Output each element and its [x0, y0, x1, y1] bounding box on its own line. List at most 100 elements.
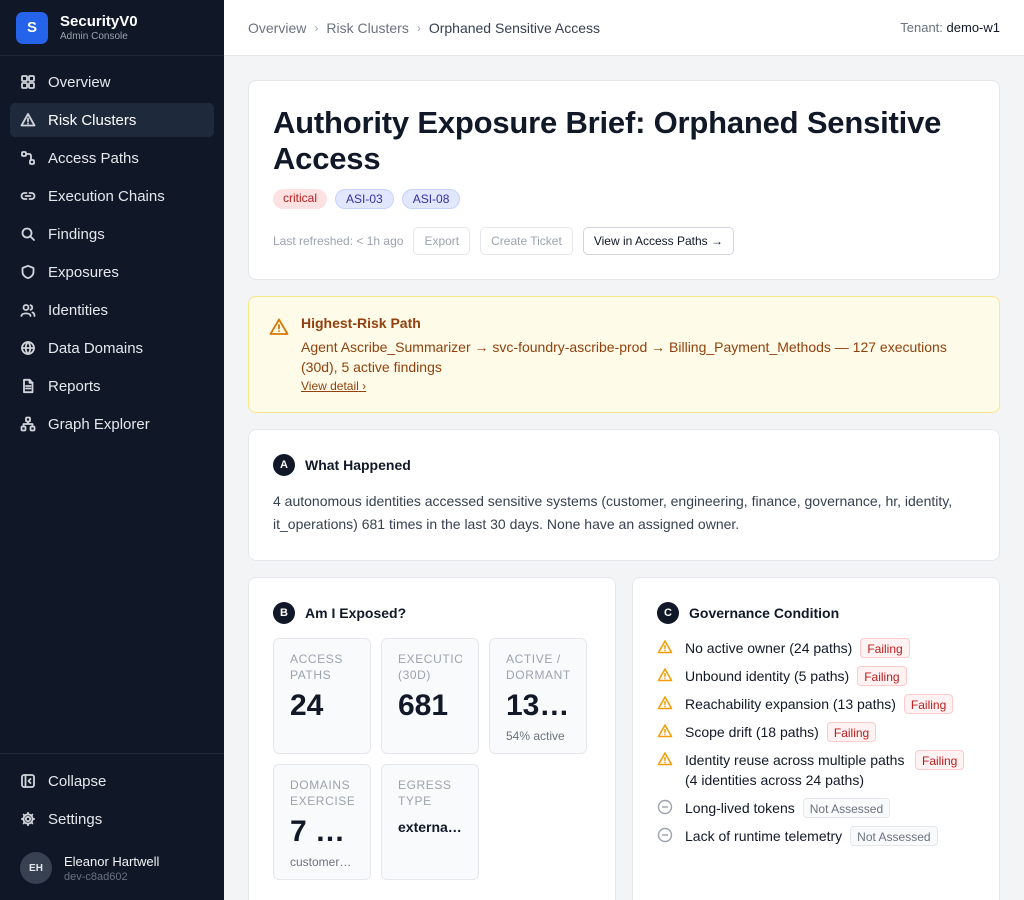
- sidebar-item-label: Risk Clusters: [48, 111, 137, 129]
- sidebar-item-risk-clusters[interactable]: Risk Clusters: [10, 103, 214, 137]
- alert-title: Highest-Risk Path: [301, 315, 421, 331]
- metric-domains-exercised: DOMAINS EXERCISE 7 … customer…: [273, 764, 371, 880]
- asi-tag: ASI-08: [401, 189, 461, 209]
- metric-value: 24: [290, 689, 324, 722]
- sidebar-nav: Overview Risk Clusters Access Paths Exec…: [10, 65, 214, 445]
- metric-value: 681: [398, 689, 449, 722]
- tenant-indicator: Tenant: demo-w1: [900, 20, 1000, 35]
- governance-list: No active owner (24 paths) Failing Unbou…: [657, 638, 975, 846]
- list-item: Reachability expansion (13 paths) Failin…: [657, 694, 975, 714]
- metric-label: TYPE: [398, 794, 432, 808]
- alert-body: Agent Ascribe_Summarizer → svc-foundry-a…: [301, 339, 947, 375]
- app-subtitle: Admin Console: [60, 31, 128, 42]
- sidebar-item-data-domains[interactable]: Data Domains: [10, 331, 214, 365]
- sidebar-item-access-paths[interactable]: Access Paths: [10, 141, 214, 175]
- brand-logo: S: [16, 11, 48, 44]
- brand: S SecurityV0 Admin Console: [0, 0, 224, 56]
- settings-button[interactable]: Settings: [10, 802, 214, 836]
- metric-egress-type: EGRESS TYPE externa…: [381, 764, 479, 880]
- metric-label: EXECUTIO: [398, 652, 462, 666]
- metric-value: 13 …: [506, 689, 570, 722]
- create-ticket-button[interactable]: Create Ticket: [480, 227, 573, 255]
- governance-item-text: Lack of runtime telemetry: [685, 828, 843, 844]
- sidebar-item-label: Graph Explorer: [48, 415, 150, 433]
- breadcrumb-overview-link[interactable]: Overview: [248, 20, 306, 36]
- main-content: Authority Exposure Brief: Orphaned Sensi…: [248, 80, 1000, 900]
- governance-item-text: Long-lived tokens: [685, 800, 795, 816]
- warning-triangle-icon: [657, 723, 673, 739]
- sidebar-bottom: Collapse Settings: [0, 753, 224, 840]
- sidebar-item-label: Overview: [48, 73, 111, 91]
- brief-actions: Last refreshed: < 1h ago Export Create T…: [273, 227, 975, 255]
- metric-active-dormant: ACTIVE / DORMANT 13 … 54% active: [489, 638, 587, 754]
- status-badge: Failing: [903, 694, 954, 714]
- users-icon: [20, 302, 36, 318]
- sidebar-item-label: Data Domains: [48, 339, 144, 357]
- route-icon: [20, 150, 36, 166]
- view-in-access-paths-button[interactable]: View in Access Paths →: [582, 227, 734, 255]
- breadcrumb: Overview › Risk Clusters › Orphaned Sens…: [248, 20, 600, 36]
- settings-label: Settings: [48, 810, 103, 828]
- sidebar-item-reports[interactable]: Reports: [10, 369, 214, 403]
- status-badge: Not Assessed: [850, 826, 938, 846]
- sidebar-item-graph-explorer[interactable]: Graph Explorer: [10, 407, 214, 441]
- warning-triangle-icon: [657, 639, 673, 655]
- governance-item-text: No active owner (24 paths): [685, 640, 853, 656]
- brief-header-card: Authority Exposure Brief: Orphaned Sensi…: [248, 80, 1000, 280]
- list-item: Lack of runtime telemetry Not Assessed: [657, 826, 975, 846]
- metric-label: (30D): [398, 668, 432, 682]
- status-badge: Failing: [826, 722, 877, 742]
- globe-icon: [20, 340, 36, 356]
- metric-label: ACTIVE /: [506, 652, 561, 666]
- sidebar-item-overview[interactable]: Overview: [10, 65, 214, 99]
- status-badge: Failing: [915, 750, 965, 770]
- user-profile[interactable]: EH Eleanor Hartwell dev-c8ad602: [20, 852, 159, 884]
- sidebar-item-label: Findings: [48, 225, 105, 243]
- chevron-right-icon: ›: [416, 20, 421, 35]
- network-icon: [20, 416, 36, 432]
- warning-triangle-icon: [20, 112, 36, 128]
- metric-value: 7 …: [290, 815, 346, 848]
- collapse-label: Collapse: [48, 772, 107, 790]
- section-badge: B: [273, 602, 295, 624]
- governance-condition-section: C Governance Condition No active owner (…: [632, 577, 1000, 900]
- metric-label: EXERCISE: [290, 794, 354, 808]
- sidebar-item-findings[interactable]: Findings: [10, 217, 214, 251]
- list-item: No active owner (24 paths) Failing: [657, 638, 975, 658]
- export-button[interactable]: Export: [413, 227, 471, 255]
- metric-sub: 54% active: [506, 729, 565, 743]
- metric-value: externa…: [398, 819, 462, 835]
- gear-icon: [20, 811, 36, 827]
- section-badge: C: [657, 602, 679, 624]
- warning-triangle-icon: [657, 751, 673, 767]
- last-refreshed: Last refreshed: < 1h ago: [273, 234, 404, 248]
- list-item: Identity reuse across multiple paths (4 …: [657, 750, 975, 790]
- top-header: Overview › Risk Clusters › Orphaned Sens…: [224, 0, 1024, 56]
- what-happened-section: A What Happened 4 autonomous identities …: [248, 429, 1000, 561]
- view-detail-link[interactable]: View detail ›: [301, 379, 366, 393]
- sidebar-item-label: Reports: [48, 377, 101, 395]
- status-badge: Not Assessed: [802, 798, 891, 818]
- metric-label: PATHS: [290, 668, 332, 682]
- what-happened-text: 4 autonomous identities accessed sensiti…: [273, 493, 953, 532]
- page-title: Authority Exposure Brief: Orphaned Sensi…: [273, 105, 942, 176]
- section-title: Am I Exposed?: [305, 605, 407, 621]
- metric-sub: customer…: [290, 855, 352, 869]
- warning-triangle-icon: [657, 667, 673, 683]
- governance-item-text: Reachability expansion (13 paths): [685, 696, 896, 712]
- sidebar-item-execution-chains[interactable]: Execution Chains: [10, 179, 214, 213]
- breadcrumb-risk-clusters-link[interactable]: Risk Clusters: [326, 20, 408, 36]
- governance-item-text: Unbound identity (5 paths): [685, 668, 850, 684]
- user-name: Eleanor Hartwell: [64, 853, 160, 869]
- collapse-button[interactable]: Collapse: [10, 764, 214, 798]
- chevron-right-icon: ›: [362, 379, 367, 393]
- minus-circle-icon: [657, 827, 673, 843]
- section-header: A What Happened: [273, 454, 975, 476]
- document-icon: [20, 378, 36, 394]
- metric-label: DORMANT: [506, 668, 570, 682]
- sidebar-item-identities[interactable]: Identities: [10, 293, 214, 327]
- shield-icon: [20, 264, 36, 280]
- asi-tag: ASI-03: [335, 189, 394, 209]
- am-i-exposed-section: B Am I Exposed? ACCESS PATHS 24 EXECUTIO…: [248, 577, 616, 900]
- sidebar-item-exposures[interactable]: Exposures: [10, 255, 214, 289]
